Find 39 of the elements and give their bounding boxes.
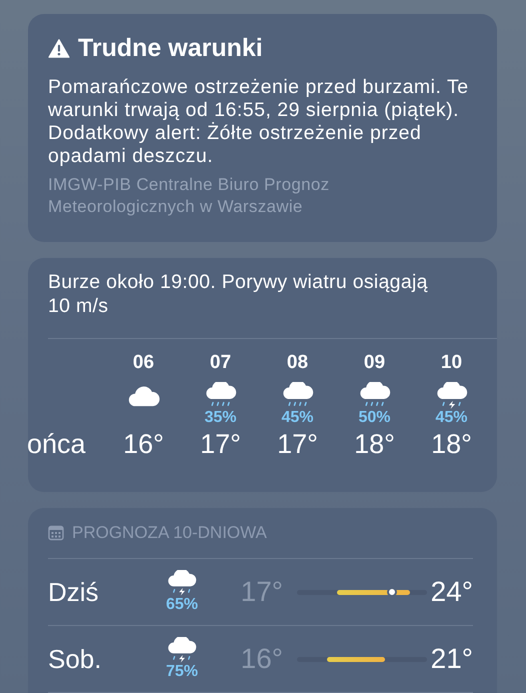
alert-source: IMGW-PIB Centralne Biuro Prognoz Meteorologicznych w Warszawie — [48, 174, 330, 218]
hour-label: 10 — [440, 351, 462, 375]
forecast-summary: Burze około 19:00. Porywy wiatru osiągają 10 m/s — [48, 270, 429, 318]
high-temperature: 21° — [430, 643, 473, 675]
day-label: Dziś — [48, 576, 100, 608]
hour-temperature: 16° — [123, 428, 164, 461]
alert-text: Pomarańczowe ostrzeżenie przed burzami. Te warunki trwają od 16:55, 29 sierpnia (piątek). Dodatkowy alert: Żółte ostrzeżenie przed opadami deszczu. — [48, 76, 470, 168]
precipitation-chance: 45% — [281, 409, 314, 427]
precipitation-chance: 45% — [435, 409, 468, 427]
section-title: PROGNOZA 10-DNIOWA — [72, 523, 267, 543]
hour-temperature: 17° — [277, 428, 318, 461]
calendar-icon — [48, 525, 64, 541]
low-temperature: 17° — [240, 576, 283, 608]
hour-label: 06 — [132, 351, 154, 375]
precipitation-chance: 50% — [358, 409, 391, 427]
thunderstorm-icon — [436, 382, 468, 409]
precipitation-chance: 75% — [166, 663, 198, 681]
day-label: Sob. — [48, 644, 102, 674]
hour-temperature: 18° — [431, 428, 472, 461]
warning-icon — [48, 38, 70, 58]
rain-cloud-icon — [282, 382, 314, 409]
precipitation-chance: 65% — [166, 596, 198, 614]
precipitation-chance: 35% — [204, 409, 237, 427]
day-row[interactable]: Dziś 65% 17° 24° — [48, 559, 473, 626]
hour-temperature: ońca — [28, 428, 86, 461]
hour-temperature: 18° — [354, 428, 395, 461]
high-temperature: 24° — [430, 576, 473, 608]
day-row[interactable]: Sob. 75% 16° 21° — [48, 626, 473, 693]
hour-label: 09 — [364, 351, 386, 375]
thunderstorm-icon — [167, 570, 197, 596]
rain-cloud-icon — [358, 382, 390, 409]
hour-temperature: 17° — [200, 428, 241, 461]
temperature-range-fill — [326, 656, 386, 662]
hour-label: 07 — [210, 351, 232, 375]
rain-cloud-icon — [204, 382, 236, 409]
thunderstorm-icon — [167, 637, 197, 663]
alert-title: Trudne warunki — [78, 34, 263, 62]
low-temperature: 16° — [240, 643, 283, 675]
hour-label: 08 — [286, 351, 308, 375]
